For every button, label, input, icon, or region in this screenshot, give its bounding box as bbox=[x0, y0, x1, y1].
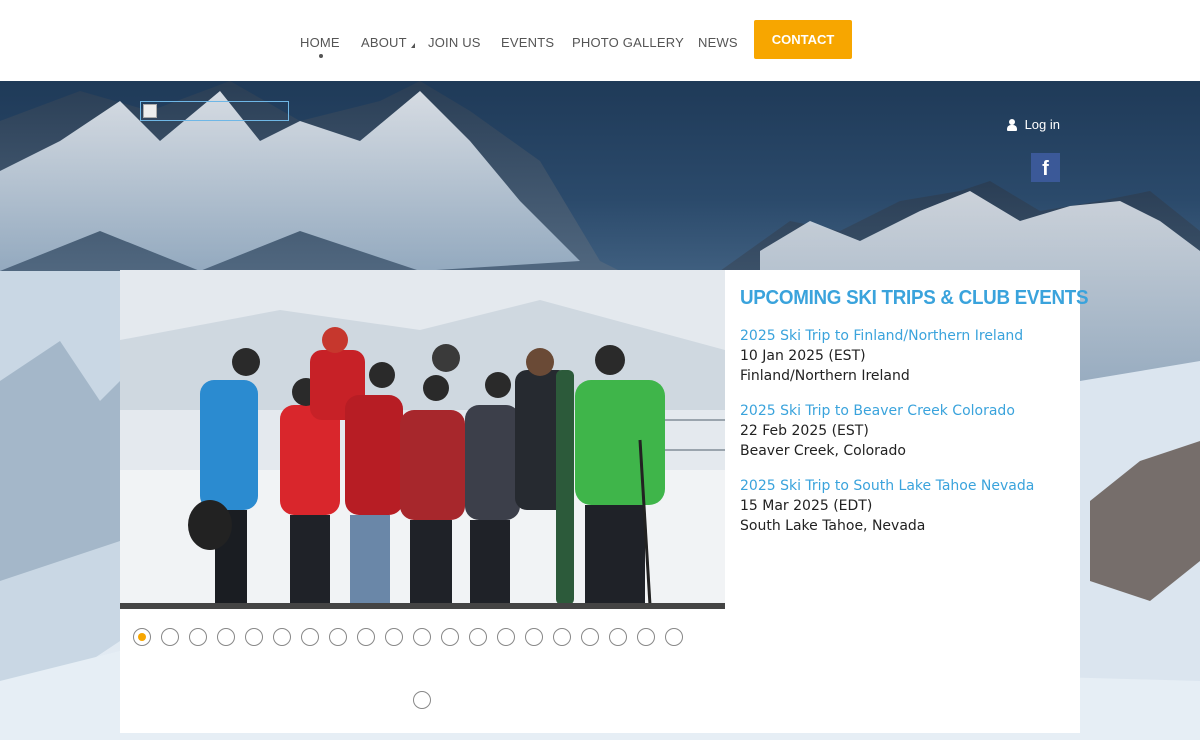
slideshow-dot[interactable] bbox=[413, 628, 431, 646]
slideshow-dot[interactable] bbox=[637, 628, 655, 646]
event-title-link[interactable]: 2025 Ski Trip to Finland/Northern Irelan… bbox=[740, 326, 1075, 346]
event-item: 2025 Ski Trip to Beaver Creek Colorado 2… bbox=[740, 401, 1075, 461]
nav-about[interactable]: ABOUT bbox=[361, 35, 415, 50]
event-location: South Lake Tahoe, Nevada bbox=[740, 518, 926, 534]
slideshow-dot[interactable] bbox=[609, 628, 627, 646]
slideshow-dot[interactable] bbox=[217, 628, 235, 646]
slideshow-dot[interactable] bbox=[161, 628, 179, 646]
active-indicator-dot bbox=[319, 54, 323, 58]
slideshow-dot[interactable] bbox=[245, 628, 263, 646]
event-location: Beaver Creek, Colorado bbox=[740, 443, 906, 459]
slideshow-dot[interactable] bbox=[665, 628, 683, 646]
content-panel: UPCOMING SKI TRIPS & CLUB EVENTS 2025 Sk… bbox=[120, 270, 1089, 733]
upcoming-events: UPCOMING SKI TRIPS & CLUB EVENTS 2025 Sk… bbox=[740, 287, 1089, 536]
slideshow-dot[interactable] bbox=[301, 628, 319, 646]
slideshow-dot[interactable] bbox=[441, 628, 459, 646]
nav-join-us[interactable]: JOIN US bbox=[428, 35, 481, 50]
slideshow-dot[interactable] bbox=[525, 628, 543, 646]
event-item: 2025 Ski Trip to Finland/Northern Irelan… bbox=[740, 326, 1075, 386]
contact-button[interactable]: CONTACT bbox=[754, 20, 852, 59]
caret-icon bbox=[410, 43, 415, 48]
slideshow-dot[interactable] bbox=[385, 628, 403, 646]
slideshow-dot[interactable] bbox=[553, 628, 571, 646]
nav-news[interactable]: NEWS bbox=[698, 35, 738, 50]
nav-home[interactable]: HOME bbox=[300, 35, 340, 50]
slideshow-image[interactable] bbox=[120, 270, 725, 609]
user-icon bbox=[1006, 118, 1017, 131]
nav-about-label: ABOUT bbox=[361, 35, 407, 50]
login-label: Log in bbox=[1024, 117, 1060, 132]
event-title-link[interactable]: 2025 Ski Trip to Beaver Creek Colorado bbox=[740, 401, 1075, 421]
slideshow-dot[interactable] bbox=[581, 628, 599, 646]
event-date: 22 Feb 2025 (EST) bbox=[740, 423, 869, 439]
slideshow-dot[interactable] bbox=[189, 628, 207, 646]
event-item: 2025 Ski Trip to South Lake Tahoe Nevada… bbox=[740, 476, 1075, 536]
event-title-link[interactable]: 2025 Ski Trip to South Lake Tahoe Nevada bbox=[740, 476, 1075, 496]
slide-caption-bar bbox=[120, 603, 725, 609]
slideshow-dot[interactable] bbox=[329, 628, 347, 646]
slideshow-dot[interactable] bbox=[469, 628, 487, 646]
slideshow-dot[interactable] bbox=[497, 628, 515, 646]
facebook-icon[interactable]: f bbox=[1031, 153, 1060, 182]
login-link[interactable]: Log in bbox=[1006, 117, 1060, 132]
club-logo-image[interactable] bbox=[140, 101, 289, 121]
nav-events[interactable]: EVENTS bbox=[501, 35, 554, 50]
event-location: Finland/Northern Ireland bbox=[740, 368, 910, 384]
hero-background: Log in f UPCOMING SKI TRIPS & CLUB EVENT… bbox=[0, 81, 1200, 740]
broken-image-icon bbox=[143, 104, 157, 118]
group-photo bbox=[120, 270, 725, 609]
event-date: 10 Jan 2025 (EST) bbox=[740, 348, 866, 364]
slideshow-dot[interactable] bbox=[273, 628, 291, 646]
slideshow-dot[interactable] bbox=[413, 691, 431, 709]
slideshow-dot[interactable] bbox=[133, 628, 151, 646]
slideshow-dot[interactable] bbox=[357, 628, 375, 646]
events-heading: UPCOMING SKI TRIPS & CLUB EVENTS bbox=[740, 287, 1089, 309]
slideshow-dots bbox=[133, 628, 683, 646]
nav-photo-gallery[interactable]: PHOTO GALLERY bbox=[572, 35, 684, 50]
top-navbar: HOME ABOUT JOIN US EVENTS PHOTO GALLERY … bbox=[0, 0, 1200, 81]
event-date: 15 Mar 2025 (EDT) bbox=[740, 498, 873, 514]
